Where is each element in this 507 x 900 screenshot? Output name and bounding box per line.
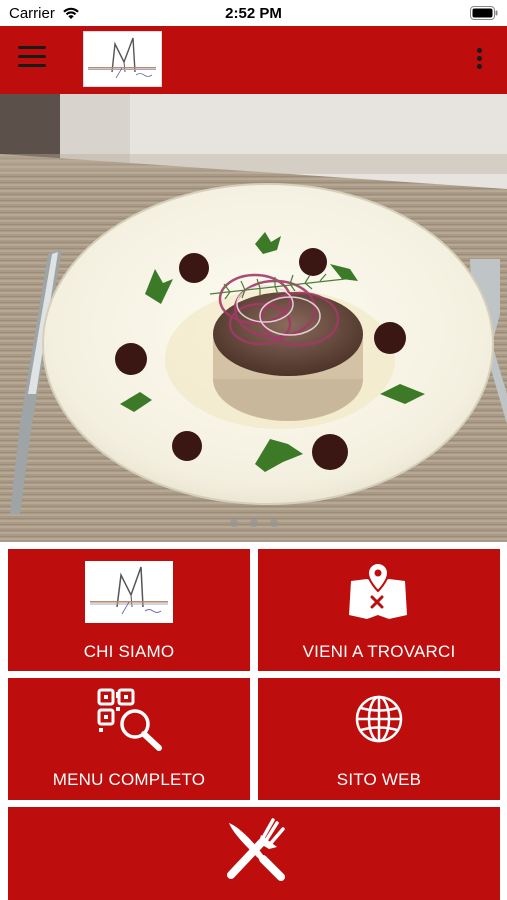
cutlery-icon: [227, 818, 285, 881]
more-vertical-icon[interactable]: [475, 48, 483, 72]
map-pin-icon: [349, 561, 407, 619]
carousel-pagination: [0, 514, 507, 532]
qr-search-icon: [97, 688, 162, 751]
globe-icon: [355, 695, 403, 743]
battery-icon: [470, 6, 498, 20]
tile-vieni-a-trovarci[interactable]: VIENI A TROVARCI: [258, 549, 500, 671]
tile-chi-siamo[interactable]: CHI SIAMO: [8, 549, 250, 671]
hero-carousel[interactable]: [0, 94, 507, 542]
hamburger-icon[interactable]: [18, 46, 46, 72]
tile-label: CHI SIAMO: [83, 642, 175, 661]
status-time: 2:52 PM: [225, 5, 282, 22]
tile-label: MENU COMPLETO: [52, 770, 206, 789]
tile-sito-web[interactable]: SITO WEB: [258, 678, 500, 800]
tile-menu-completo[interactable]: MENU COMPLETO: [8, 678, 250, 800]
carousel-dot[interactable]: [229, 519, 238, 527]
tile-cutlery[interactable]: [8, 807, 500, 900]
app-bar: [0, 26, 507, 94]
restaurant-logo[interactable]: [83, 31, 162, 87]
carousel-dot[interactable]: [249, 519, 258, 527]
restaurant-logo: [85, 561, 173, 623]
tile-label: VIENI A TROVARCI: [302, 642, 456, 661]
plated-dish-photo: [0, 94, 507, 542]
tile-label: SITO WEB: [336, 770, 422, 789]
status-bar: Carrier 2:52 PM: [0, 0, 507, 26]
carousel-dot[interactable]: [269, 519, 278, 527]
